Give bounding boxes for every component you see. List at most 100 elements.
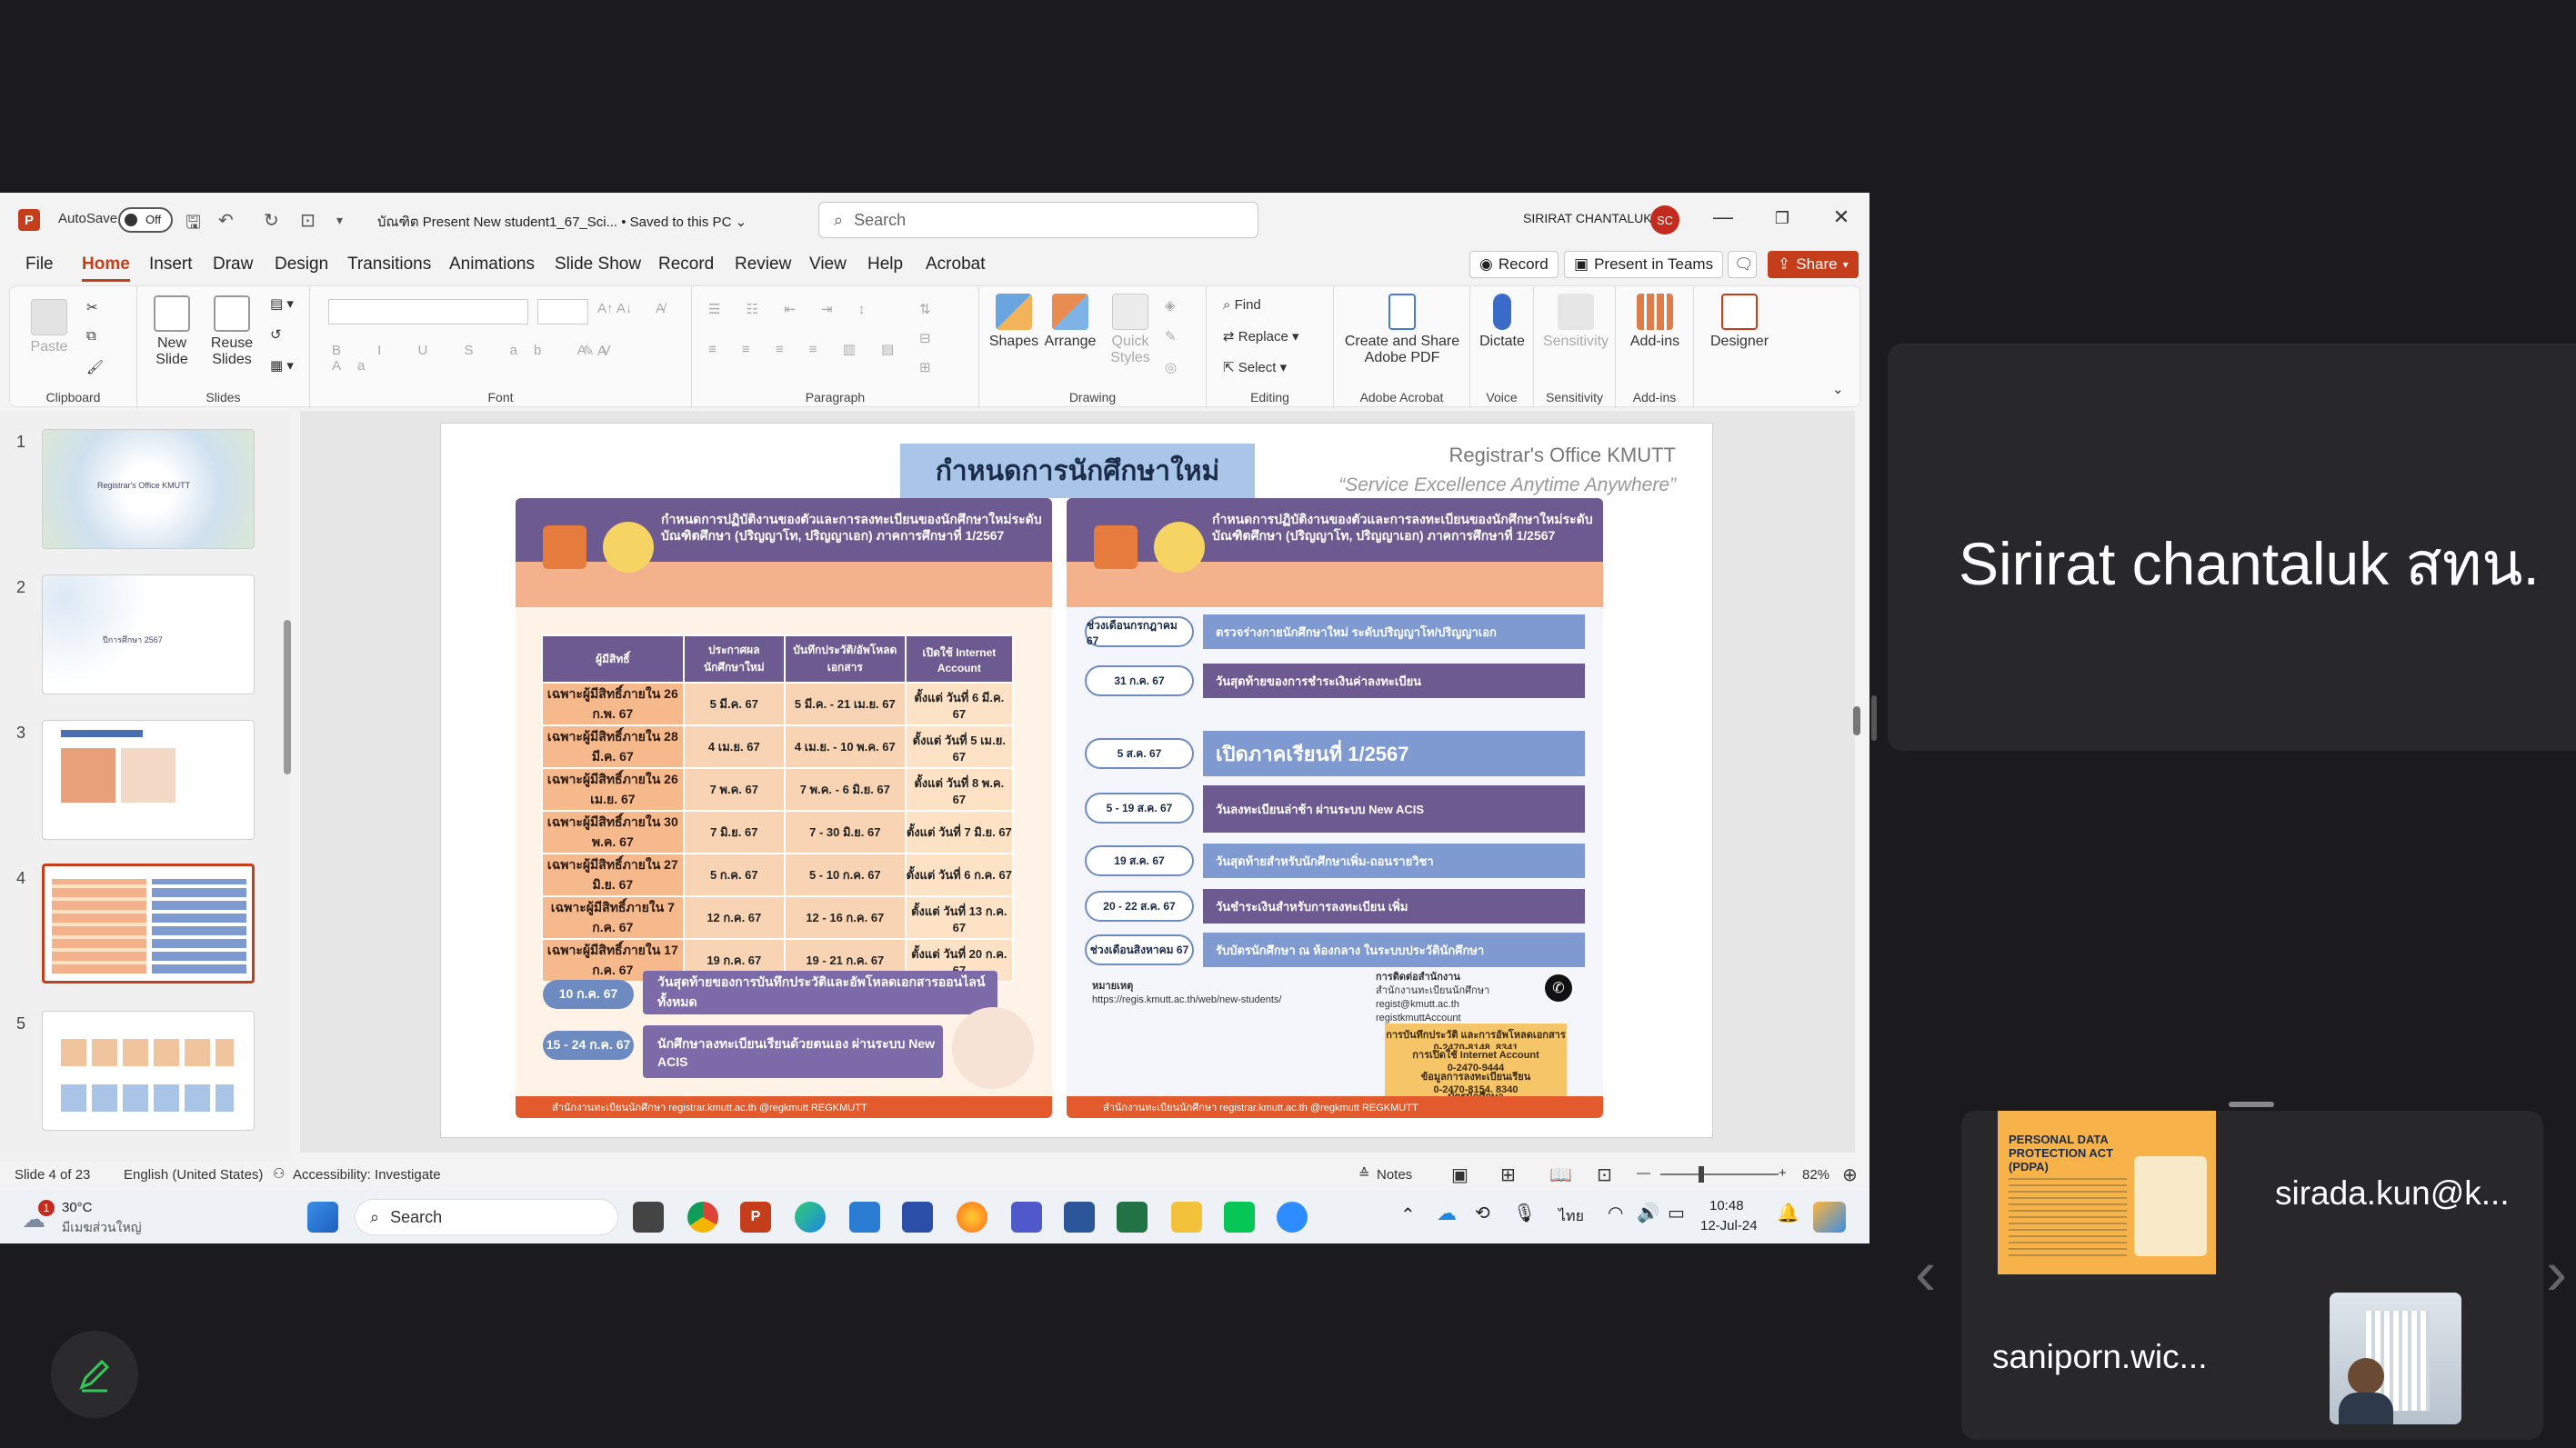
text-direction-icon[interactable]: ⇅ [919,301,931,317]
language-indicator[interactable]: ไทย [1559,1205,1584,1228]
taskbar-search[interactable]: ⌕ Search [355,1199,618,1235]
powerpoint-taskbar-icon[interactable]: P [740,1202,771,1233]
firefox-icon[interactable] [957,1202,987,1233]
list-icons[interactable]: ☰ ☷ ⇤ ⇥ ↕ [708,301,876,317]
start-icon[interactable] [307,1202,338,1233]
slide-thumbnail-4[interactable] [42,864,255,984]
bold-italic-underline-icons[interactable]: B I U S ab AV Aa [332,343,691,374]
teams-taskbar-icon[interactable] [1011,1202,1042,1233]
undo-icon[interactable]: ↶ [218,209,234,232]
document-title[interactable]: บัณฑิต Present New student1_67_Sci... • … [377,211,747,233]
language-indicator[interactable]: English (United States) [124,1167,263,1183]
onedrive-icon[interactable]: ☁ [1437,1202,1457,1225]
font-color-icon[interactable]: ✎ A [583,343,606,359]
shape-effects-icon[interactable]: ◎ [1165,359,1177,375]
tab-record[interactable]: Record [658,255,714,275]
accessibility-status[interactable]: Accessibility: Investigate [293,1167,441,1183]
word-icon[interactable] [1064,1202,1095,1233]
customize-toolbar-icon[interactable]: ▾ [336,213,343,228]
smartart-icon[interactable]: ⊞ [919,359,931,375]
reading-view-icon[interactable]: 📖 [1549,1163,1572,1186]
tab-file[interactable]: File [25,255,54,275]
clear-format-icon[interactable]: A̸ [656,301,665,316]
current-slide[interactable]: กำหนดการนักศึกษาใหม่ Registrar's Office … [440,423,1713,1138]
slide-thumbnail-2[interactable]: ปีการศึกษา 2567 [42,574,255,694]
user-avatar[interactable]: SC [1650,205,1679,235]
slideshow-icon[interactable]: ⊡ [1597,1163,1612,1186]
tab-review[interactable]: Review [735,255,791,275]
normal-view-icon[interactable]: ▣ [1451,1163,1468,1186]
line-icon[interactable] [1224,1202,1255,1233]
tab-animations[interactable]: Animations [449,255,535,275]
sync-icon[interactable]: ⟲ [1475,1202,1490,1224]
save-icon[interactable]: 🖫 [185,209,201,240]
font-name-box[interactable] [328,299,528,325]
tab-transitions[interactable]: Transitions [347,255,431,275]
copilot-icon[interactable] [1813,1202,1846,1233]
present-in-teams-button[interactable]: ▣ Present in Teams [1564,251,1724,278]
chevron-up-icon[interactable]: ⌃ [1400,1203,1416,1226]
tab-home[interactable]: Home [82,255,130,282]
tab-insert[interactable]: Insert [149,255,193,275]
increase-font-icon[interactable]: A↑ A↓ [597,301,632,316]
tile-resize-handle[interactable] [1871,695,1877,741]
tab-slide-show[interactable]: Slide Show [555,255,641,275]
share-button[interactable]: ⇪ Share ▾ [1768,251,1859,278]
redo-icon[interactable]: ↻ [264,209,279,232]
shared-content-thumbnail[interactable]: PERSONAL DATA PROTECTION ACT (PDPA) [1998,1111,2216,1274]
slide-counter[interactable]: Slide 4 of 23 [15,1167,90,1183]
excel-icon[interactable] [1117,1202,1148,1233]
mic-icon[interactable]: 🎙 [1513,1202,1536,1224]
sensitivity-button[interactable]: Sensitivity [1539,294,1612,350]
zoom-slider-thumb[interactable] [1699,1166,1704,1183]
comments-button[interactable]: 🗨 [1728,251,1757,278]
autosave-toggle[interactable]: Off [118,207,173,233]
scrollbar-thumb[interactable] [1853,706,1860,735]
tab-help[interactable]: Help [867,255,903,275]
fit-to-window-icon[interactable]: ⊕ [1842,1163,1858,1186]
edge-icon[interactable] [795,1202,826,1233]
add-ins-button[interactable]: Add-ins [1623,294,1687,350]
shape-outline-icon[interactable]: ✎ [1165,328,1177,345]
zoom-in-icon[interactable]: + [1779,1165,1787,1181]
present-from-beginning-icon[interactable]: ⊡ [300,209,316,232]
quick-styles-button[interactable]: Quick Styles [1103,294,1158,366]
zoom-level[interactable]: 82% [1802,1167,1829,1183]
reset-icon[interactable]: ↺ [270,326,282,343]
slide-sorter-icon[interactable]: ⊞ [1500,1163,1516,1186]
chrome-icon[interactable] [687,1202,718,1233]
shape-fill-icon[interactable]: ◈ [1165,297,1176,314]
active-speaker-tile[interactable]: Sirirat chantaluk สทน. [1888,344,2576,751]
volume-icon[interactable]: 🔊 [1637,1202,1659,1224]
dictate-button[interactable]: Dictate [1476,294,1529,350]
tab-design[interactable]: Design [275,255,328,275]
user-name[interactable]: SIRIRAT CHANTALUK [1523,211,1652,225]
find-button[interactable]: ⌕ Find [1223,297,1261,313]
battery-icon[interactable]: ▭ [1668,1202,1685,1224]
weather-widget[interactable]: ☁ 1 [22,1200,56,1234]
copy-icon[interactable]: ⧉ [86,328,96,344]
store-icon[interactable] [902,1202,933,1233]
create-share-pdf-button[interactable]: Create and Share Adobe PDF [1341,294,1463,366]
align-icons[interactable]: ≡ ≡ ≡ ≡ ▥ ▤ [708,341,905,357]
clock-date[interactable]: 12-Jul-24 [1700,1218,1758,1233]
file-explorer-icon[interactable] [1171,1202,1202,1233]
slide-thumbnail-5[interactable] [42,1011,255,1131]
panel-drag-handle[interactable] [2229,1102,2274,1107]
slide-thumbnail-1[interactable]: Registrar's Office KMUTT [42,429,255,549]
collapse-ribbon-icon[interactable]: ⌄ [1832,381,1844,397]
slide-thumbnail-3[interactable] [42,720,255,840]
shapes-button[interactable]: Shapes [988,294,1039,350]
select-button[interactable]: ⇱ Select ▾ [1223,359,1287,375]
paste-button[interactable]: Paste [28,299,70,355]
notes-button[interactable]: Notes [1377,1167,1412,1183]
task-view-icon[interactable] [633,1202,664,1233]
tab-acrobat[interactable]: Acrobat [926,255,985,275]
mail-icon[interactable] [849,1202,880,1233]
section-icon[interactable]: ▦ ▾ [270,357,294,374]
replace-button[interactable]: ⇄ Replace ▾ [1223,328,1299,345]
tab-draw[interactable]: Draw [213,255,253,275]
reuse-slides-button[interactable]: Reuse Slides [206,295,257,368]
format-painter-icon[interactable]: 🖌 [86,359,104,375]
minimize-icon[interactable]: — [1709,205,1737,229]
